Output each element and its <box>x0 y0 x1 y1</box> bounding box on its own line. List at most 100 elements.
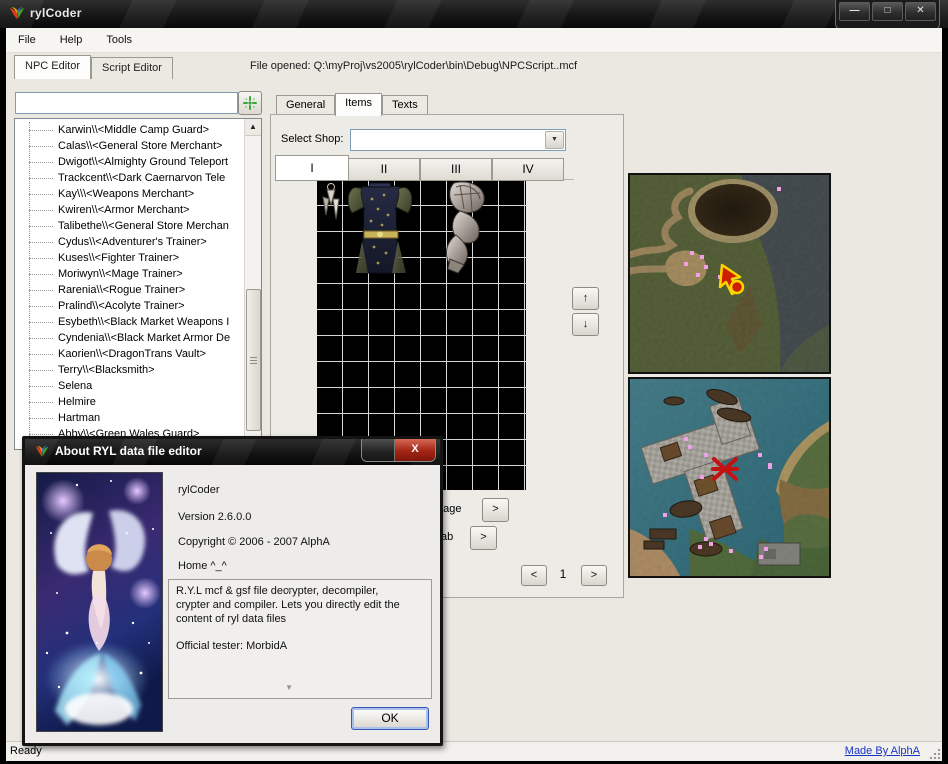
tree-item[interactable]: Cyndenia\\<Black Market Armor De <box>15 330 261 346</box>
tree-item[interactable]: Selena <box>15 378 261 394</box>
page-prev-button[interactable]: < <box>521 565 547 586</box>
about-window-controls: X <box>361 439 436 462</box>
npc-name: Selena <box>58 380 92 392</box>
tree-item[interactable]: Kuses\\<Fighter Trainer> <box>15 250 261 266</box>
app-logo-icon <box>8 5 26 23</box>
window-title: rylCoder <box>30 6 82 20</box>
tree-connector <box>29 146 53 147</box>
tree-connector <box>29 194 53 195</box>
npc-name: Calas\\<General Store Merchant> <box>58 140 222 152</box>
shop-tab-iii[interactable]: III <box>420 158 492 181</box>
about-dialog-title: About RYL data file editor <box>55 444 202 458</box>
search-input[interactable] <box>15 92 238 114</box>
window-controls: — □ ✕ <box>835 0 940 30</box>
shop-tab-iv[interactable]: IV <box>492 158 564 181</box>
about-copyright: Copyright © 2006 - 2007 AlphA <box>178 536 330 548</box>
editor-tab-general[interactable]: General <box>276 95 335 116</box>
shop-tab-ii[interactable]: II <box>348 158 420 181</box>
tree-connector <box>29 258 53 259</box>
tree-connector <box>29 418 53 419</box>
tree-item[interactable]: Cydus\\<Adventurer's Trainer> <box>15 234 261 250</box>
shop-combobox[interactable]: ▼ <box>350 129 566 151</box>
npc-name: Cyndenia\\<Black Market Armor De <box>58 332 230 344</box>
tree-connector <box>29 306 53 307</box>
item-plate-gauntlet[interactable] <box>440 181 492 274</box>
tree-item[interactable]: Moriwyn\\<Mage Trainer> <box>15 266 261 282</box>
close-button[interactable]: ✕ <box>905 2 936 21</box>
scroll-up-icon[interactable]: ▲ <box>245 119 261 136</box>
minimize-button[interactable]: — <box>839 2 870 21</box>
npc-harbor-map <box>628 377 831 578</box>
about-title-bar[interactable]: About RYL data file editor X <box>25 439 440 465</box>
tree-connector <box>29 290 53 291</box>
copy-page-button[interactable]: > <box>482 498 509 522</box>
credit-link[interactable]: Made By AlphA <box>845 745 920 757</box>
tree-item[interactable]: Trackcent\\<Dark Caernarvon Tele <box>15 170 261 186</box>
tree-connector <box>29 130 53 131</box>
tree-item[interactable]: Dwigot\\<Almighty Ground Teleport <box>15 154 261 170</box>
menu-item-file[interactable]: File <box>6 30 48 50</box>
npc-name: Trackcent\\<Dark Caernarvon Tele <box>58 172 225 184</box>
move-down-button[interactable]: ↓ <box>572 313 599 336</box>
about-app-name: rylCoder <box>178 484 220 496</box>
npc-name: Kay\\\<Weapons Merchant> <box>58 188 194 200</box>
editor-tab-items[interactable]: Items <box>335 93 382 116</box>
desc-scroll-down-icon[interactable]: ▼ <box>285 683 293 692</box>
title-bar[interactable]: rylCoder — □ ✕ <box>0 0 948 29</box>
about-description: R.Y.L mcf & gsf file decrypter, decompil… <box>168 579 432 699</box>
tree-item[interactable]: Kwiren\\<Armor Merchant> <box>15 202 261 218</box>
resize-grip[interactable] <box>928 747 940 759</box>
tree-connector <box>29 354 53 355</box>
tree-connector <box>29 434 53 435</box>
tree-item[interactable]: Helmire <box>15 394 261 410</box>
tree-connector <box>29 210 53 211</box>
page-next-button[interactable]: > <box>581 565 607 586</box>
chevron-down-icon[interactable]: ▼ <box>545 131 564 149</box>
npc-name: Kwiren\\<Armor Merchant> <box>58 204 189 216</box>
tree-item[interactable]: Calas\\<General Store Merchant> <box>15 138 261 154</box>
npc-name: Hartman <box>58 412 100 424</box>
down-arrow-icon: ↓ <box>583 318 589 330</box>
menu-item-help[interactable]: Help <box>48 30 95 50</box>
scrollbar-thumb[interactable] <box>246 289 261 431</box>
tree-item[interactable]: Kaorien\\<DragonTrans Vault> <box>15 346 261 362</box>
locate-crosshair-icon <box>243 96 257 110</box>
tree-item[interactable]: Esybeth\\<Black Market Weapons I <box>15 314 261 330</box>
tree-item[interactable]: Pralind\\<Acolyte Trainer> <box>15 298 261 314</box>
about-restore-button[interactable] <box>362 439 395 461</box>
tree-connector <box>29 386 53 387</box>
tree-item[interactable]: Talibethe\\<General Store Merchan <box>15 218 261 234</box>
tree-item[interactable]: Hartman <box>15 410 261 426</box>
page-number: 1 <box>555 567 571 581</box>
tree-item[interactable]: Karwin\\<Middle Camp Guard> <box>15 122 261 138</box>
npc-name: Helmire <box>58 396 96 408</box>
npc-name: Rarenia\\<Rogue Trainer> <box>58 284 185 296</box>
about-home-link[interactable]: Home ^_^ <box>178 560 227 572</box>
copy-tab-button[interactable]: > <box>470 526 497 550</box>
move-up-button[interactable]: ↑ <box>572 287 599 310</box>
tree-connector <box>29 402 53 403</box>
about-close-button[interactable]: X <box>395 439 435 461</box>
tree-item[interactable]: Terry\\<Blacksmith> <box>15 362 261 378</box>
tab-npc-editor[interactable]: NPC Editor <box>14 55 91 79</box>
item-pendant[interactable] <box>318 181 343 231</box>
editor-tab-texts[interactable]: Texts <box>382 95 428 116</box>
item-ornate-armor[interactable] <box>344 181 416 278</box>
tree-item[interactable]: Kay\\\<Weapons Merchant> <box>15 186 261 202</box>
tree-scrollbar[interactable]: ▲ <box>244 119 261 449</box>
npc-tree[interactable]: Karwin\\<Middle Camp Guard> Calas\\<Gener… <box>14 118 262 450</box>
menu-bar: FileHelpTools <box>6 28 942 53</box>
desc-scroll-up-icon[interactable]: ▲ <box>285 585 293 594</box>
shop-tab-i[interactable]: I <box>275 155 349 181</box>
select-shop-label: Select Shop: <box>281 133 343 145</box>
main-tab-strip: NPC EditorScript Editor <box>14 55 173 79</box>
ok-button[interactable]: OK <box>351 707 429 730</box>
tab-script-editor[interactable]: Script Editor <box>91 57 173 79</box>
npc-world-map <box>628 173 831 374</box>
locate-button[interactable] <box>238 91 262 115</box>
tree-connector <box>29 370 53 371</box>
maximize-button[interactable]: □ <box>872 2 903 21</box>
tree-guide-line <box>29 122 30 446</box>
menu-item-tools[interactable]: Tools <box>94 30 144 50</box>
tree-item[interactable]: Rarenia\\<Rogue Trainer> <box>15 282 261 298</box>
